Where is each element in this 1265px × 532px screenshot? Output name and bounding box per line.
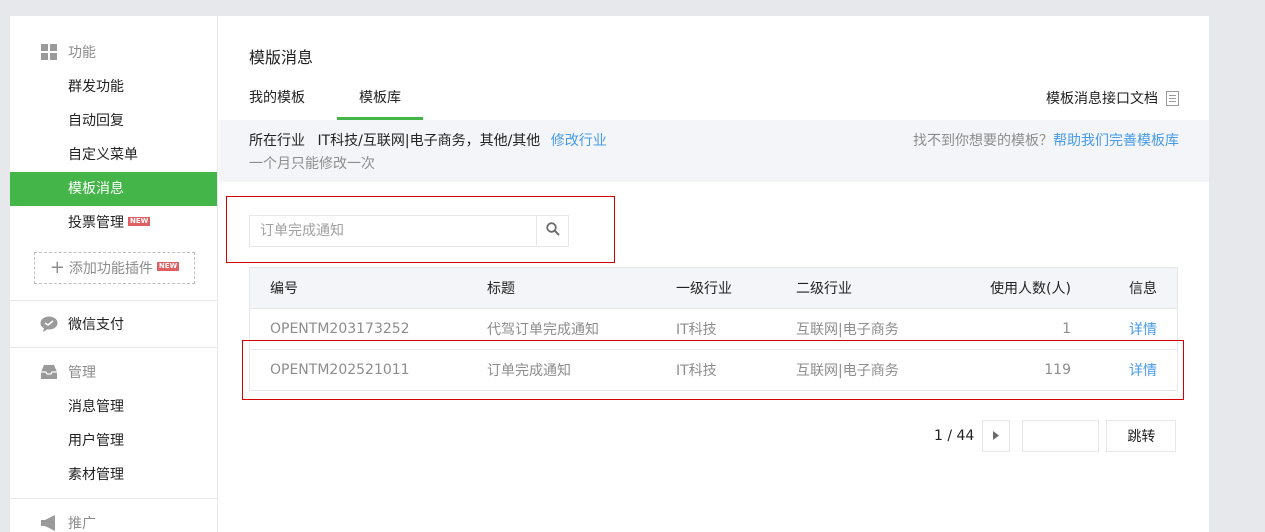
page-frame: 功能 群发功能 自动回复 自定义菜单 模板消息 投票管理 NEW + 添加功能插件… (10, 16, 1209, 532)
jump-button[interactable]: 跳转 (1106, 420, 1177, 452)
sidebar-item-template-message[interactable]: 模板消息 (10, 172, 217, 206)
column-header: 二级行业 (796, 281, 852, 297)
next-page-button[interactable] (982, 420, 1011, 452)
tab-label: 我的模板 (249, 90, 305, 106)
sidebar-item-user-manage[interactable]: 用户管理 (10, 424, 217, 458)
sidebar-group-manage: 管理 消息管理 用户管理 素材管理 (10, 354, 217, 499)
new-badge: NEW (128, 216, 151, 226)
page-title: 模版消息 (249, 48, 314, 67)
sidebar-group-promo-header[interactable]: 推广 (10, 505, 217, 532)
sidebar-item-label: 消息管理 (68, 399, 124, 415)
api-doc-link[interactable]: 模板消息接口文档 (1046, 88, 1179, 108)
industry-label: 所在行业 (249, 133, 305, 149)
template-title: 代驾订单完成通知 (487, 322, 599, 338)
industry-primary: IT科技 (676, 322, 717, 338)
sidebar-item-custom-menu[interactable]: 自定义菜单 (10, 138, 217, 172)
table-header-row: 编号 标题 一级行业 二级行业 使用人数(人) 信息 (250, 268, 1177, 308)
sidebar-group-label: 功能 (68, 45, 96, 61)
column-header: 信息 (1129, 281, 1157, 297)
modify-industry-link[interactable]: 修改行业 (551, 133, 607, 149)
sidebar-group-pay: 微信支付 (10, 301, 217, 348)
sidebar-item-label: 模板消息 (68, 181, 124, 197)
grid-icon (40, 43, 58, 61)
column-header: 编号 (270, 281, 298, 297)
sidebar-group-label: 微信支付 (68, 317, 124, 333)
megaphone-icon (40, 514, 58, 532)
sidebar-item-material-manage[interactable]: 素材管理 (10, 458, 217, 492)
help-line: 找不到你想要的模板？帮助我们完善模板库 (913, 130, 1179, 150)
tab-my-templates[interactable]: 我的模板 (239, 80, 315, 120)
sidebar-item-label: 投票管理 (68, 215, 124, 231)
page-jump-input[interactable] (1022, 420, 1100, 452)
new-badge: NEW (156, 261, 180, 271)
help-text: 找不到你想要的模板？ (913, 133, 1053, 149)
sidebar-item-label: 自定义菜单 (68, 147, 138, 163)
industry-value: IT科技/互联网|电子商务，其他/其他 (317, 133, 541, 149)
sidebar-group-promo: 推广 (10, 505, 217, 532)
wechat-pay-icon (40, 315, 58, 333)
tab-template-library[interactable]: 模板库 (337, 80, 423, 120)
sidebar-group-label: 推广 (68, 516, 96, 532)
help-improve-link[interactable]: 帮助我们完善模板库 (1053, 133, 1179, 149)
sidebar-group-manage-header: 管理 (10, 354, 217, 390)
document-icon (1166, 90, 1179, 106)
page-indicator: 1 / 44 (934, 428, 975, 444)
sidebar-item-label: 群发功能 (68, 79, 124, 95)
add-plugin-button[interactable]: + 添加功能插件 NEW (34, 252, 195, 284)
column-header: 一级行业 (676, 281, 732, 297)
sidebar-item-wechat-pay[interactable]: 微信支付 (10, 301, 217, 347)
user-count: 1 (1062, 321, 1071, 337)
modify-note: 一个月只能修改一次 (249, 156, 375, 172)
sidebar-group-features-header: 功能 (10, 34, 217, 70)
sidebar: 功能 群发功能 自动回复 自定义菜单 模板消息 投票管理 NEW + 添加功能插件… (10, 16, 218, 532)
tab-bar: 我的模板 模板库 模板消息接口文档 (239, 80, 1179, 120)
add-plugin-label: 添加功能插件 (68, 261, 153, 277)
detail-link[interactable]: 详情 (1129, 319, 1157, 339)
sidebar-item-label: 用户管理 (68, 433, 124, 449)
sidebar-item-message-manage[interactable]: 消息管理 (10, 390, 217, 424)
highlight-box-search (226, 196, 615, 263)
sidebar-item-mass-send[interactable]: 群发功能 (10, 70, 217, 104)
sidebar-item-vote-manage[interactable]: 投票管理 NEW (10, 206, 217, 240)
column-header: 标题 (487, 281, 515, 297)
next-page-icon (993, 428, 1000, 444)
template-id: OPENTM203173252 (270, 321, 410, 337)
sidebar-group-label: 管理 (68, 365, 96, 381)
pagination: 1 / 44 跳转 (934, 420, 1177, 452)
main-content: 模版消息 我的模板 模板库 模板消息接口文档 所在行业 IT科技/互联网|电子商… (219, 16, 1209, 532)
sidebar-item-auto-reply[interactable]: 自动回复 (10, 104, 217, 138)
industry-info-bar: 所在行业 IT科技/互联网|电子商务，其他/其他 修改行业 一个月只能修改一次 … (219, 120, 1209, 182)
highlight-box-row (242, 340, 1184, 400)
plus-icon: + (49, 257, 65, 278)
column-header: 使用人数(人) (990, 281, 1071, 297)
sidebar-item-label: 素材管理 (68, 467, 124, 483)
sidebar-group-features: 功能 群发功能 自动回复 自定义菜单 模板消息 投票管理 NEW + 添加功能插件… (10, 34, 217, 301)
tab-label: 模板库 (359, 90, 401, 106)
inbox-icon (40, 363, 58, 381)
industry-secondary: 互联网|电子商务 (796, 322, 899, 338)
sidebar-item-label: 自动回复 (68, 113, 124, 129)
api-doc-label: 模板消息接口文档 (1046, 91, 1158, 107)
